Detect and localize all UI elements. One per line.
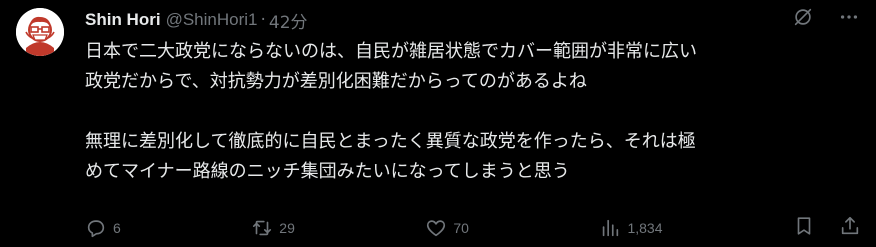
tweet-paragraph-2: 無理に差別化して徹底的に自民とまったく異質な政党を作ったら、それは極 めてマイナ… [85,131,696,182]
tweet-header: Shin Hori @ShinHori1 · 42分 [85,8,308,33]
share-icon [841,216,859,235]
reply-icon [87,220,105,238]
display-name[interactable]: Shin Hori [85,10,161,30]
more-icon[interactable] [838,6,860,28]
bookmark-icon [797,217,811,235]
bookmark-button[interactable] [793,215,815,241]
views-icon [603,219,619,237]
user-handle[interactable]: @ShinHori1 [166,10,258,30]
repost-icon [253,220,272,236]
timestamp[interactable]: 42分 [269,8,308,33]
like-count: 70 [453,220,469,236]
separator: · [260,10,266,30]
views-count: 1,834 [627,220,663,236]
like-icon [427,220,446,237]
views-button[interactable]: 1,834 [599,217,663,239]
repost-count: 29 [279,220,295,236]
reply-button[interactable]: 6 [85,217,121,239]
tweet-text: 日本で二大政党にならないのは、自民が雑居状態でカバー範囲が非常に広い 政党だから… [85,37,860,187]
grok-icon[interactable] [792,6,814,28]
right-actions [793,215,861,241]
share-button[interactable] [839,215,861,241]
reply-count: 6 [113,220,121,236]
tweet-top-actions [792,6,860,28]
repost-button[interactable]: 29 [251,217,295,239]
like-button[interactable]: 70 [425,217,469,239]
avatar[interactable] [16,8,64,56]
tweet-action-bar: 6 29 70 1,834 [85,210,861,246]
avatar-illustration [16,8,64,56]
tweet-paragraph-1: 日本で二大政党にならないのは、自民が雑居状態でカバー範囲が非常に広い 政党だから… [85,41,697,92]
